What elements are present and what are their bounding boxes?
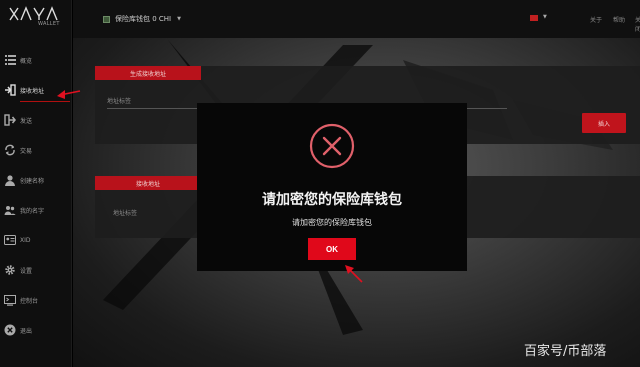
watermark: 百家号/币部落 xyxy=(524,344,607,359)
annotation-arrows xyxy=(57,90,363,283)
annotation-arrow-receive-icon xyxy=(57,90,65,99)
